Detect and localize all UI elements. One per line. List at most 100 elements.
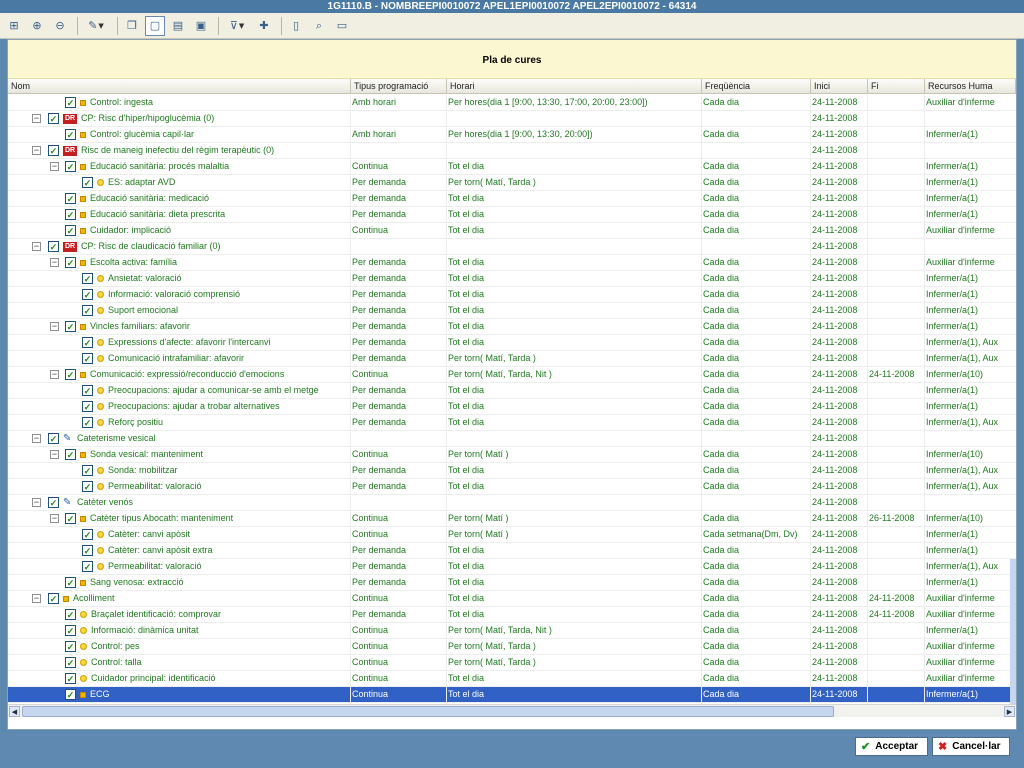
row-checkbox[interactable]: ✓ — [48, 593, 59, 604]
table-row[interactable]: − ✓ Educació sanitària: procés malaltia Con… — [8, 159, 1016, 175]
row-checkbox[interactable]: ✓ — [65, 449, 76, 460]
table-row[interactable]: ✓ Preocupacions: ajudar a trobar alternat… — [8, 399, 1016, 415]
table-row[interactable]: − ✓ DR CP: Risc de claudicació familiar (0)… — [8, 239, 1016, 255]
column-header-frequencia[interactable]: Freqüència — [702, 79, 811, 94]
row-checkbox[interactable]: ✓ — [82, 337, 93, 348]
table-row[interactable]: ✓ Sonda: mobilitzar Per demanda Tot el dia C… — [8, 463, 1016, 479]
table-row[interactable]: ✓ Educació sanitària: dieta prescrita Per … — [8, 207, 1016, 223]
copy-icon[interactable]: ❐ — [122, 16, 142, 36]
table-row[interactable]: − ✓ DR Risc de maneig inefectiu del règim t… — [8, 143, 1016, 159]
table-row[interactable]: − ✓ Sonda vesical: manteniment Continua Per … — [8, 447, 1016, 463]
table-row[interactable]: ✓ Ansietat: valoració Per demanda Tot el di… — [8, 271, 1016, 287]
row-checkbox[interactable]: ✓ — [65, 321, 76, 332]
column-header-nom[interactable]: Nom — [8, 79, 351, 94]
collapse-toggle-icon[interactable]: − — [32, 114, 41, 123]
collapse-toggle-icon[interactable]: − — [50, 258, 59, 267]
collapse-toggle-icon[interactable]: − — [50, 162, 59, 171]
table-row[interactable]: ✓ Suport emocional Per demanda Tot el dia Ca… — [8, 303, 1016, 319]
table-row[interactable]: − ✓ Comunicació: expressió/reconducció d'e… — [8, 367, 1016, 383]
row-checkbox[interactable]: ✓ — [82, 417, 93, 428]
row-checkbox[interactable]: ✓ — [48, 113, 59, 124]
row-checkbox[interactable]: ✓ — [82, 289, 93, 300]
table-row[interactable]: − ✓ DR CP: Risc d'hiper/hipoglucèmia (0) 24-… — [8, 111, 1016, 127]
collapse-toggle-icon[interactable]: − — [50, 514, 59, 523]
table-row[interactable]: ✓ Permeabilitat: valoració Per demanda Tot … — [8, 479, 1016, 495]
horizontal-scrollbar[interactable]: ◀ ▶ — [8, 704, 1016, 717]
row-checkbox[interactable]: ✓ — [65, 209, 76, 220]
table-row[interactable]: ✓ ES: adaptar AVD Per demanda Per torn( Mat… — [8, 175, 1016, 191]
row-checkbox[interactable]: ✓ — [82, 401, 93, 412]
pin-icon[interactable]: ✚ — [254, 16, 274, 36]
column-header-horari[interactable]: Horari — [447, 79, 702, 94]
row-checkbox[interactable]: ✓ — [65, 161, 76, 172]
row-checkbox[interactable]: ✓ — [82, 273, 93, 284]
row-checkbox[interactable]: ✓ — [82, 305, 93, 316]
document-icon[interactable]: ▯ — [286, 16, 306, 36]
collapse-toggle-icon[interactable]: − — [32, 498, 41, 507]
row-checkbox[interactable]: ✓ — [65, 625, 76, 636]
dropdown-caret-icon[interactable]: ▼ — [98, 22, 103, 30]
page-view-icon[interactable]: ▢ — [145, 15, 165, 36]
accept-button[interactable]: ✔ Acceptar — [855, 737, 928, 756]
table-row[interactable]: ✓ Comunicació intrafamiliar: afavorir Per … — [8, 351, 1016, 367]
book-icon[interactable]: ▤ — [168, 16, 188, 36]
row-checkbox[interactable]: ✓ — [82, 481, 93, 492]
row-checkbox[interactable]: ✓ — [82, 529, 93, 540]
table-row[interactable]: ✓ Preocupacions: ajudar a comunicar-se am… — [8, 383, 1016, 399]
table-row[interactable]: ✓ Educació sanitària: medicació Per demand… — [8, 191, 1016, 207]
row-checkbox[interactable]: ✓ — [65, 673, 76, 684]
table-row[interactable]: ✓ Sang venosa: extracció Per demanda Tot el… — [8, 575, 1016, 591]
table-row[interactable]: ✓ Informació: dinàmica unitat Continua Per … — [8, 623, 1016, 639]
row-checkbox[interactable]: ✓ — [65, 257, 76, 268]
table-row[interactable]: ✓ Cuidador principal: identificació Contin… — [8, 671, 1016, 687]
row-checkbox[interactable]: ✓ — [48, 241, 59, 252]
expand-tree-icon[interactable]: ⊞ — [4, 16, 24, 36]
table-row[interactable]: ✓ Permeabilitat: valoració Per demanda Tot … — [8, 559, 1016, 575]
horizontal-scrollbar-thumb[interactable] — [22, 706, 834, 717]
table-row[interactable]: ✓ Control: glucèmia capil·lar Amb horari Pe… — [8, 127, 1016, 143]
search-icon[interactable]: ⌕ — [309, 16, 329, 36]
table-row[interactable]: ✓ Expressions d'afecte: afavorir l'interc… — [8, 335, 1016, 351]
table-row[interactable]: ✓ Control: ingesta Amb horari Per hores(dia… — [8, 95, 1016, 111]
edit-pencil-icon[interactable]: ✎ ▼ — [82, 16, 110, 36]
row-checkbox[interactable]: ✓ — [82, 561, 93, 572]
row-checkbox[interactable]: ✓ — [48, 145, 59, 156]
collapse-toggle-icon[interactable]: − — [32, 434, 41, 443]
row-checkbox[interactable]: ✓ — [65, 689, 76, 700]
table-row[interactable]: ✓ Informació: valoració comprensió Per dem… — [8, 287, 1016, 303]
table-row[interactable]: − ✓ Acolliment Continua Tot el dia Cada dia 24… — [8, 591, 1016, 607]
row-checkbox[interactable]: ✓ — [65, 513, 76, 524]
row-checkbox[interactable]: ✓ — [82, 177, 93, 188]
row-checkbox[interactable]: ✓ — [65, 609, 76, 620]
row-checkbox[interactable]: ✓ — [82, 545, 93, 556]
dropdown-caret-icon[interactable]: ▼ — [239, 22, 244, 30]
remove-node-icon[interactable]: ⊖ — [50, 16, 70, 36]
row-checkbox[interactable]: ✓ — [65, 657, 76, 668]
column-header-inici[interactable]: Inici — [811, 79, 868, 94]
vertical-scrollbar-thumb[interactable] — [1010, 559, 1016, 717]
scroll-right-icon[interactable]: ▶ — [1004, 706, 1015, 717]
scroll-left-icon[interactable]: ◀ — [9, 706, 20, 717]
row-checkbox[interactable]: ✓ — [65, 577, 76, 588]
table-row[interactable]: − ✓ Vincles familiars: afavorir Per demanda… — [8, 319, 1016, 335]
collapse-toggle-icon[interactable]: − — [32, 242, 41, 251]
column-header-tipus[interactable]: Tipus programació — [351, 79, 447, 94]
table-row[interactable]: − ✓ Catèter tipus Abocath: manteniment Cont… — [8, 511, 1016, 527]
table-row[interactable]: ✓ Control: talla Continua Per torn( Matí, T… — [8, 655, 1016, 671]
row-checkbox[interactable]: ✓ — [48, 433, 59, 444]
row-checkbox[interactable]: ✓ — [65, 193, 76, 204]
collapse-toggle-icon[interactable]: − — [32, 594, 41, 603]
filter-icon[interactable]: ⊽ ▼ — [223, 16, 251, 36]
row-checkbox[interactable]: ✓ — [48, 497, 59, 508]
table-row[interactable]: − ✓ ✎ Catèter venós 24-11-2008 — [8, 495, 1016, 511]
collapse-toggle-icon[interactable]: − — [50, 322, 59, 331]
column-header-recursos[interactable]: Recursos Huma — [925, 79, 1016, 94]
row-checkbox[interactable]: ✓ — [65, 225, 76, 236]
table-row[interactable]: ✓ ECG Continua Tot el dia Cada dia 24-11-2008… — [8, 687, 1016, 703]
row-checkbox[interactable]: ✓ — [65, 369, 76, 380]
collapse-toggle-icon[interactable]: − — [32, 146, 41, 155]
column-header-fi[interactable]: Fi — [868, 79, 925, 94]
table-row[interactable]: ✓ Catèter: canvi apòsit extra Per demanda T… — [8, 543, 1016, 559]
row-checkbox[interactable]: ✓ — [65, 129, 76, 140]
table-row[interactable]: − ✓ Escolta activa: família Per demanda Tot … — [8, 255, 1016, 271]
